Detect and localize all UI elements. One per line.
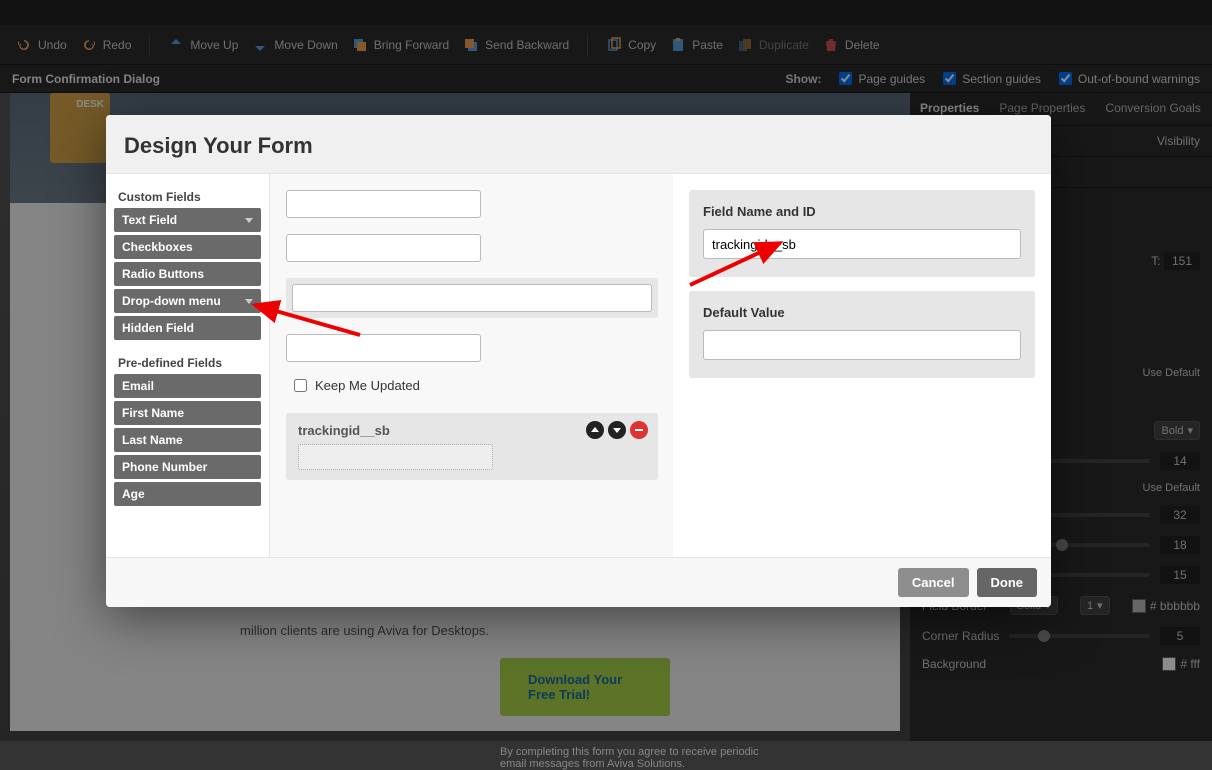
disclaimer: By completing this form you agree to rec…: [500, 746, 760, 770]
field-predef-last-name[interactable]: Last Name: [114, 428, 261, 452]
hidden-field-value-box: [298, 444, 493, 470]
field-type-dropdown[interactable]: Drop-down menu: [114, 289, 261, 313]
move-down-icon[interactable]: [608, 421, 626, 439]
default-value-input[interactable]: [703, 330, 1021, 360]
form-field-1[interactable]: [286, 190, 481, 218]
field-predef-email[interactable]: Email: [114, 374, 261, 398]
dialog-title: Design Your Form: [124, 133, 1033, 159]
field-name-id-label: Field Name and ID: [703, 204, 1021, 219]
done-button[interactable]: Done: [977, 568, 1038, 597]
field-predef-phone-number[interactable]: Phone Number: [114, 455, 261, 479]
form-field-4[interactable]: [286, 334, 481, 362]
field-predef-age[interactable]: Age: [114, 482, 261, 506]
field-predef-first-name[interactable]: First Name: [114, 401, 261, 425]
form-field-2[interactable]: [286, 234, 481, 262]
field-type-hidden-field[interactable]: Hidden Field: [114, 316, 261, 340]
design-form-dialog: Design Your Form Custom Fields Text Fiel…: [106, 115, 1051, 607]
default-value-label: Default Value: [703, 305, 1021, 320]
hidden-field-item[interactable]: trackingid__sb: [286, 413, 658, 480]
field-name-id-input[interactable]: [703, 229, 1021, 259]
field-type-text-field[interactable]: Text Field: [114, 208, 261, 232]
field-type-radio-buttons[interactable]: Radio Buttons: [114, 262, 261, 286]
dialog-header: Design Your Form: [106, 115, 1051, 174]
field-type-checkboxes[interactable]: Checkboxes: [114, 235, 261, 259]
cancel-button[interactable]: Cancel: [898, 568, 969, 597]
custom-fields-label: Custom Fields: [114, 184, 261, 208]
predefined-fields-label: Pre-defined Fields: [114, 350, 261, 374]
field-palette: Custom Fields Text Field Checkboxes Radi…: [106, 174, 270, 557]
form-preview: Keep Me Updated trackingid__sb: [270, 174, 673, 557]
keep-me-updated-checkbox[interactable]: Keep Me Updated: [286, 378, 657, 393]
field-properties: Field Name and ID Default Value: [673, 174, 1051, 557]
remove-icon[interactable]: [630, 421, 648, 439]
move-up-icon[interactable]: [586, 421, 604, 439]
form-field-3-selected[interactable]: [292, 284, 652, 312]
